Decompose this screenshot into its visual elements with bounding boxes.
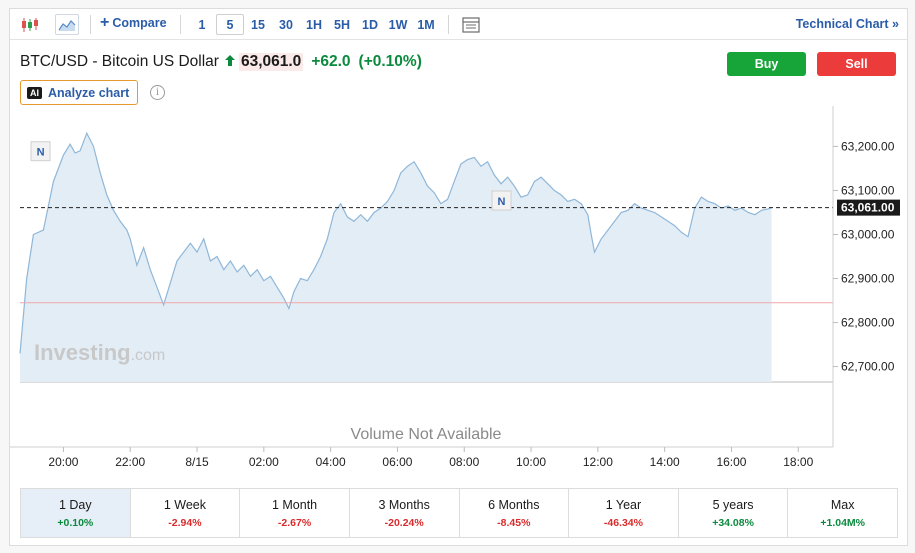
y-tick-label: 62,800.00	[841, 316, 895, 330]
y-tick-label: 62,700.00	[841, 360, 895, 374]
y-tick-label: 63,000.00	[841, 227, 895, 241]
period-label: 1 Day	[58, 497, 92, 512]
x-tick-label: 16:00	[716, 455, 746, 469]
period-5-years[interactable]: 5 years +34.08%	[679, 489, 789, 537]
news-marker[interactable]: N	[491, 190, 512, 211]
x-tick-label: 20:00	[48, 455, 78, 469]
x-tick-label: 02:00	[249, 455, 279, 469]
x-tick-label: 04:00	[316, 455, 346, 469]
period-label: 6 Months	[488, 497, 540, 512]
watermark-suffix: .com	[131, 347, 166, 364]
y-axis: 63,200.00 63,100.00 63,000.00 62,900.00 62,8…	[832, 106, 895, 447]
period-change: +1.04M%	[820, 516, 866, 529]
x-tick-label: 18:00	[783, 455, 813, 469]
x-tick-label: 14:00	[650, 455, 680, 469]
period-change: +0.10%	[57, 516, 94, 529]
period-change: -8.45%	[497, 516, 531, 529]
y-tick-label: 63,200.00	[841, 139, 895, 153]
x-tick-label: 8/15	[185, 455, 209, 469]
x-axis: 20:00 22:00 8/15 02:00 04:00 06:00 08:00 10:00 1…	[10, 446, 833, 469]
period-max[interactable]: Max +1.04M%	[788, 489, 897, 537]
period-3-months[interactable]: 3 Months -20.24%	[350, 489, 460, 537]
period-label: Max	[830, 497, 855, 512]
period-label: 1 Week	[163, 497, 207, 512]
period-1-day[interactable]: 1 Day +0.10%	[21, 489, 131, 537]
news-marker-label: N	[37, 147, 45, 159]
news-marker[interactable]: N	[30, 141, 51, 162]
y-tick-label: 63,100.00	[841, 183, 895, 197]
period-change: -46.34%	[603, 516, 643, 529]
volume-not-available: Volume Not Available	[351, 426, 502, 443]
y-tick-label: 62,900.00	[841, 272, 895, 286]
period-label: 1 Month	[271, 497, 318, 512]
price-chart[interactable]: N N Investing.com 63,200.00 63,100.00 63,00…	[10, 9, 907, 479]
x-tick-label: 22:00	[115, 455, 145, 469]
period-label: 1 Year	[605, 497, 642, 512]
period-change: -2.67%	[277, 516, 312, 529]
chart-widget: + Compare 1 5 15 30 1H 5H 1D 1W 1M Technical Cha…	[9, 8, 908, 546]
period-label: 5 years	[712, 497, 754, 512]
news-marker-label: N	[498, 196, 506, 208]
x-tick-label: 10:00	[516, 455, 546, 469]
current-price-label-text: 63,061.00	[841, 201, 895, 215]
period-1-year[interactable]: 1 Year -46.34%	[569, 489, 679, 537]
current-price-label: 63,061.00	[837, 199, 900, 216]
period-change: +34.08%	[712, 516, 754, 529]
period-1-week[interactable]: 1 Week -2.94%	[131, 489, 241, 537]
performance-periods: 1 Day +0.10% 1 Week -2.94% 1 Month -2.67% 3 Mo…	[20, 488, 898, 538]
watermark-brand: Investing	[34, 340, 131, 365]
x-tick-label: 06:00	[382, 455, 412, 469]
period-1-month[interactable]: 1 Month -2.67%	[240, 489, 350, 537]
x-tick-label: 12:00	[583, 455, 613, 469]
period-change: -20.24%	[384, 516, 424, 529]
period-label: 3 Months	[378, 497, 430, 512]
period-6-months[interactable]: 6 Months -8.45%	[460, 489, 570, 537]
period-change: -2.94%	[168, 516, 202, 529]
x-tick-label: 08:00	[449, 455, 479, 469]
